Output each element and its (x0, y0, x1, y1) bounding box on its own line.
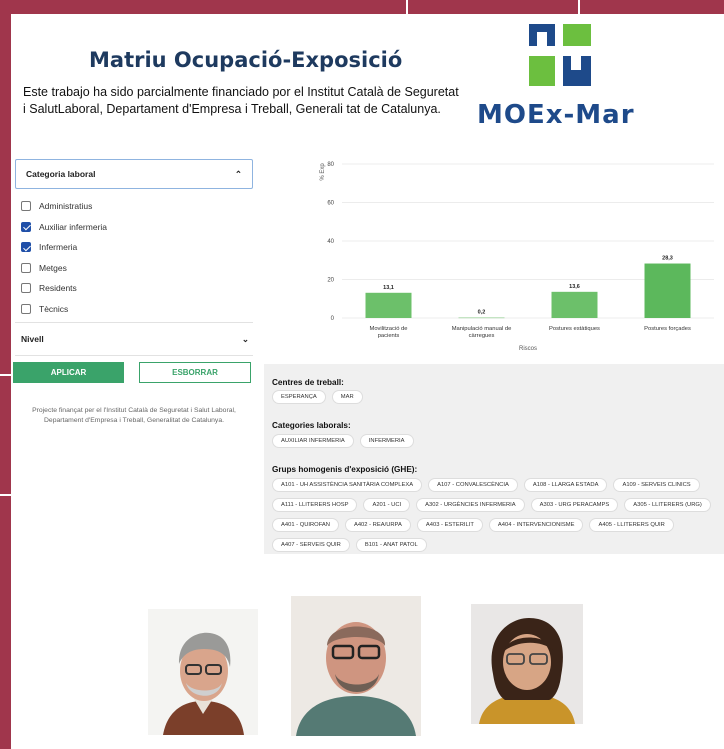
y-tick-label: 60 (327, 201, 334, 207)
frame-line (0, 494, 11, 496)
x-tick-label: Postures forçades (644, 326, 691, 332)
filter-chip: ESPERANÇA (272, 390, 326, 404)
footnote-text: Projecte finançat per el l'Institut Cata… (32, 407, 236, 424)
person-photo (471, 604, 583, 724)
bar (365, 292, 412, 318)
categories-chip-list: AUXILIAR INFERMERIA INFERMERIA (272, 434, 722, 454)
apply-button[interactable]: APLICAR (13, 362, 124, 383)
brand-name: MOEx-Mar (477, 100, 635, 130)
filter-chip: A101 - UH ASSISTÈNCIA SANITÀRIA COMPLEXA (272, 478, 423, 492)
category-option-label: Infermeria (39, 242, 78, 253)
category-option-label: Administratius (39, 201, 93, 212)
filter-chip: A108 - LLARGA ESTADA (523, 478, 608, 492)
bar (458, 317, 505, 319)
category-option[interactable]: Residents (21, 278, 107, 299)
filter-chip: AUXILIAR INFERMERIA (272, 434, 354, 448)
y-tick-label: 20 (327, 278, 334, 284)
checkbox[interactable] (21, 262, 31, 273)
bar-value-label: 0,2 (478, 310, 486, 316)
filter-chip: A404 - INTERVENCIONISME (488, 518, 584, 532)
groups-title: Grups homogenis d'exposició (GHE): (272, 465, 418, 474)
divider (15, 355, 253, 356)
filter-chip: A402 - REA/URPA (344, 518, 411, 532)
category-filter-title: Categoria laboral (26, 169, 96, 179)
category-option[interactable]: Administratius (21, 196, 107, 217)
category-option[interactable]: Metges (21, 258, 107, 279)
clear-button[interactable]: ESBORRAR (139, 362, 251, 383)
x-tick-label: càrregues (469, 333, 495, 339)
y-tick-label: 80 (327, 162, 334, 168)
bar-value-label: 28,3 (662, 256, 673, 262)
bar-value-label: 13,1 (383, 285, 394, 291)
category-filter-header[interactable]: Categoria laboral ⌃ (15, 159, 253, 189)
funding-text: Este trabajo ha sido parcialmente financ… (23, 85, 459, 116)
x-tick-label: Movilització de (369, 326, 407, 332)
checkbox[interactable] (21, 283, 31, 294)
y-tick-label: 40 (327, 239, 334, 245)
filter-chip: A109 - SERVEIS CLINICS (613, 478, 700, 492)
category-option[interactable]: Infermeria (21, 237, 107, 258)
person-photo (148, 609, 258, 735)
page-title: Matriu Ocupació-Exposició (89, 48, 403, 72)
category-option-label: Auxiliar infermeria (39, 221, 108, 232)
checkbox[interactable] (21, 242, 31, 253)
x-tick-label: Postures estàtiques (549, 326, 600, 332)
category-option-label: Tècnics (39, 303, 69, 314)
frame-line (578, 0, 580, 14)
moex-logo-icon (529, 24, 591, 86)
category-option[interactable]: Auxiliar infermeria (21, 217, 107, 238)
filter-chip: A305 - LLITERERS (URG) (624, 498, 711, 512)
filter-chip: A303 - URG PERACAMPS (530, 498, 619, 512)
filter-chip: A201 - UCI (363, 498, 411, 512)
bar (644, 263, 691, 318)
checkbox[interactable] (21, 303, 31, 314)
summary-panel: Centres de treball: ESPERANÇA MAR Categor… (264, 364, 724, 554)
divider (15, 322, 253, 323)
filter-chip: B101 - ANAT PATOL (355, 538, 427, 552)
chevron-down-icon: ⌄ (241, 333, 249, 344)
bar (551, 291, 598, 318)
category-checkbox-list: Administratius Auxiliar infermeria Inferme… (21, 196, 107, 319)
filter-chip: A107 - CONVALESCÈNCIA (428, 478, 518, 492)
category-option[interactable]: Tècnics (21, 299, 107, 320)
category-option-label: Residents (39, 283, 77, 294)
y-axis-label: % Exp (320, 163, 326, 181)
frame-line (406, 0, 408, 14)
filter-chip: A302 - URGÈNCIES INFERMERIA (416, 498, 525, 512)
content-card: Matriu Ocupació-Exposició Este trabajo h… (11, 14, 724, 749)
category-option-label: Metges (39, 262, 67, 273)
centres-title: Centres de treball: (272, 378, 344, 387)
person-photo (291, 596, 421, 736)
risk-bar-chart: % Exp 0 20 40 60 80 13,1 Movilització depacient… (320, 162, 714, 352)
x-tick-label: Manipulació manual de (452, 326, 512, 332)
filter-chip: A401 - QUIROFAN (272, 518, 339, 532)
x-tick-label: pacients (378, 333, 400, 339)
filter-chip: A111 - LLITERERS HOSP (272, 498, 358, 512)
filter-chip: A405 - LLITERERS QUIR (589, 518, 674, 532)
chevron-up-icon: ⌃ (234, 168, 242, 179)
filter-chip: MAR (331, 390, 363, 404)
frame-line (0, 374, 11, 376)
level-filter-title: Nivell (21, 334, 44, 344)
checkbox[interactable] (21, 201, 31, 212)
x-axis-label: Riscos (519, 346, 537, 352)
bar-value-label: 13,6 (569, 284, 580, 290)
checkbox[interactable] (21, 221, 31, 232)
filter-chip: INFERMERIA (359, 434, 414, 448)
y-tick-label: 0 (331, 316, 335, 322)
groups-chip-list: A101 - UH ASSISTÈNCIA SANITÀRIA COMPLEXA… (272, 478, 724, 558)
filter-chip: A403 - ESTERILIT (416, 518, 483, 532)
level-filter-header[interactable]: Nivell ⌄ (21, 329, 249, 349)
categories-title: Categories laborals: (272, 421, 351, 430)
centres-chip-list: ESPERANÇA MAR (272, 390, 722, 410)
filter-chip: A407 - SERVEIS QUIR (272, 538, 350, 552)
